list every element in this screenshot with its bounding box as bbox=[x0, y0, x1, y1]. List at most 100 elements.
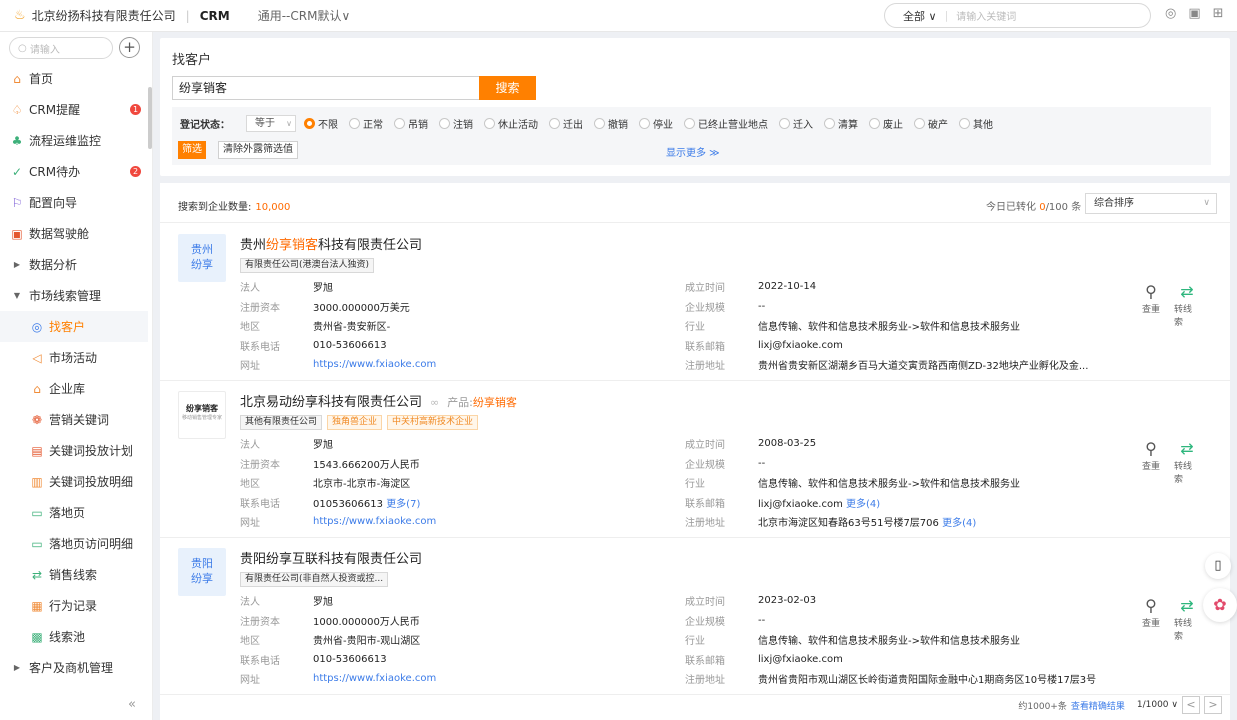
global-search-input[interactable]: 请输入关键词 bbox=[956, 8, 1016, 23]
status-option-label: 吊销 bbox=[408, 120, 428, 131]
page-select[interactable]: 1/1000 ∨ bbox=[1137, 700, 1178, 710]
field-label: 注册资本 bbox=[240, 459, 280, 471]
operator-select[interactable]: 等于 ∨ bbox=[246, 115, 296, 132]
landing-icon: ▭ bbox=[31, 505, 43, 520]
ai-assistant-icon[interactable]: ✿ bbox=[1203, 588, 1237, 622]
sidebar-nav: ⌂ 首页 ♤ CRM提醒 1 ♣ 流程运维监控 ✓ CRM待办 2 ⚐ 配置向导 ▣ 数据驾驶舱… bbox=[0, 63, 148, 683]
company-card[interactable]: 贵州 纷享 贵州纷享销客科技有限责任公司 有限责任公司(港澳台法人独资) 法人 罗旭… bbox=[160, 224, 1230, 381]
address-more-link[interactable]: 更多(4) bbox=[942, 518, 976, 529]
check-circle-icon[interactable]: ◎ bbox=[1165, 6, 1176, 21]
field-label: 行业 bbox=[685, 479, 705, 491]
sidebar-item-crm-reminder[interactable]: ♤ CRM提醒 1 bbox=[0, 94, 148, 125]
status-option[interactable]: 停业 bbox=[639, 116, 673, 131]
show-more-link[interactable]: 显示更多 ≫ bbox=[666, 144, 720, 159]
company-name-link[interactable]: 贵阳纷享互联科技有限责任公司 bbox=[240, 548, 422, 567]
phone: 010-53606613 bbox=[313, 653, 387, 665]
sidebar-item-customer-opportunity[interactable]: ▶ 客户及商机管理 bbox=[0, 652, 148, 683]
check-duplicate-button[interactable]: ⚲ 查重 bbox=[1138, 439, 1164, 485]
status-option[interactable]: 撤销 bbox=[594, 116, 628, 131]
status-option[interactable]: 已终止营业地点 bbox=[684, 116, 768, 131]
status-option[interactable]: 其他 bbox=[959, 116, 993, 131]
status-option[interactable]: 不限 bbox=[304, 116, 338, 131]
global-search[interactable]: 全部 ∨ | 请输入关键词 bbox=[884, 3, 1151, 28]
sort-select[interactable]: 综合排序 ∨ bbox=[1085, 193, 1217, 214]
workspace-selector[interactable]: 通用--CRM默认∨ bbox=[258, 7, 351, 24]
next-page-button[interactable]: > bbox=[1204, 696, 1222, 714]
company-tags: 有限责任公司(非自然人投资或控... bbox=[240, 572, 389, 587]
status-option[interactable]: 吊销 bbox=[394, 116, 428, 131]
status-option-label: 注销 bbox=[453, 120, 473, 131]
book-icon[interactable]: ▯ bbox=[1205, 553, 1231, 579]
calendar-icon[interactable]: ▣ bbox=[1188, 6, 1200, 21]
sidebar-item-config-wizard[interactable]: ⚐ 配置向导 bbox=[0, 187, 148, 218]
company-card[interactable]: 贵阳 纷享 贵阳纷享互联科技有限责任公司 有限责任公司(非自然人投资或控... 法… bbox=[160, 538, 1230, 695]
sidebar-item-label: CRM待办 bbox=[29, 165, 81, 179]
caret-right-icon: ▶ bbox=[13, 260, 21, 269]
status-option[interactable]: 废止 bbox=[869, 116, 903, 131]
status-option[interactable]: 注销 bbox=[439, 116, 473, 131]
field-label: 成立时间 bbox=[685, 597, 725, 609]
sidebar-item-crm-todo[interactable]: ✓ CRM待办 2 bbox=[0, 156, 148, 187]
filter-button[interactable]: 筛选 bbox=[178, 141, 206, 159]
product-name[interactable]: CRM bbox=[200, 9, 230, 23]
sidebar-search-input[interactable]: ○ 请输入 bbox=[9, 37, 113, 59]
sidebar-item-home[interactable]: ⌂ 首页 bbox=[0, 63, 148, 94]
check-duplicate-button[interactable]: ⚲ 查重 bbox=[1138, 596, 1164, 642]
sidebar-item-enterprise-library[interactable]: ⌂ 企业库 bbox=[0, 373, 148, 404]
website-link[interactable]: https://www.fxiaoke.com bbox=[313, 516, 436, 527]
sidebar-item-find-customer[interactable]: ◎ 找客户 bbox=[0, 311, 148, 342]
phone-more-link[interactable]: 更多(7) bbox=[386, 499, 420, 510]
convert-lead-button[interactable]: ⇄ 转线索 bbox=[1174, 439, 1200, 485]
card-actions: ⚲ 查重 ⇄ 转线索 bbox=[1138, 596, 1200, 642]
company-card[interactable]: 纷享销客 移动销售管理专家 北京易动纷享科技有限责任公司 ∞ 产品:纷享销客 其他有限… bbox=[160, 381, 1230, 538]
email-more-link[interactable]: 更多(4) bbox=[846, 499, 880, 510]
sidebar-item-data-analysis[interactable]: ▶ 数据分析 bbox=[0, 249, 148, 280]
company-search-input[interactable]: 纷享销客 bbox=[172, 76, 480, 100]
sidebar-item-keyword-detail[interactable]: ▥ 关键词投放明细 bbox=[0, 466, 148, 497]
company-name-link[interactable]: 北京易动纷享科技有限责任公司 ∞ 产品:纷享销客 bbox=[240, 391, 517, 410]
status-option[interactable]: 破产 bbox=[914, 116, 948, 131]
sidebar-item-marketing-keywords[interactable]: ❁ 营销关键词 bbox=[0, 404, 148, 435]
email: lixj@fxiaoke.com bbox=[758, 339, 843, 351]
chevron-down-icon: ∨ bbox=[1203, 198, 1210, 208]
clear-filter-button[interactable]: 清除外露筛选值 bbox=[218, 141, 298, 159]
status-option[interactable]: 休止活动 bbox=[484, 116, 538, 131]
check-duplicate-button[interactable]: ⚲ 查重 bbox=[1138, 282, 1164, 328]
sidebar-scrollbar[interactable] bbox=[148, 87, 152, 149]
company-name-link[interactable]: 贵州纷享销客科技有限责任公司 bbox=[240, 234, 422, 253]
status-option[interactable]: 清算 bbox=[824, 116, 858, 131]
chevron-down-icon: ∨ bbox=[341, 9, 351, 23]
sidebar-item-market-leads[interactable]: ▼ 市场线索管理 bbox=[0, 280, 148, 311]
search-scope-dropdown[interactable]: 全部 ∨ bbox=[903, 8, 937, 24]
field-label: 联系电话 bbox=[240, 655, 280, 667]
add-button[interactable]: + bbox=[119, 37, 140, 58]
sidebar-item-data-cockpit[interactable]: ▣ 数据驾驶舱 bbox=[0, 218, 148, 249]
sidebar-item-lead-pool[interactable]: ▩ 线索池 bbox=[0, 621, 148, 652]
topbar-separator: | bbox=[185, 8, 190, 23]
convert-lead-button[interactable]: ⇄ 转线索 bbox=[1174, 282, 1200, 328]
founded-date: 2008-03-25 bbox=[758, 438, 817, 450]
convert-lead-button[interactable]: ⇄ 转线索 bbox=[1174, 596, 1200, 642]
website-link[interactable]: https://www.fxiaoke.com bbox=[313, 673, 436, 684]
radio-icon bbox=[869, 118, 880, 129]
sidebar-item-sales-leads[interactable]: ⇄ 销售线索 bbox=[0, 559, 148, 590]
search-button[interactable]: 搜索 bbox=[479, 76, 536, 100]
status-option[interactable]: 迁入 bbox=[779, 116, 813, 131]
sidebar-item-keyword-plan[interactable]: ▤ 关键词投放计划 bbox=[0, 435, 148, 466]
precise-result-link[interactable]: 查看精确结果 bbox=[1071, 699, 1125, 712]
status-option[interactable]: 正常 bbox=[349, 116, 383, 131]
link-icon[interactable]: ∞ bbox=[430, 396, 439, 409]
sidebar-item-landing-page[interactable]: ▭ 落地页 bbox=[0, 497, 148, 528]
sidebar-item-landing-visits[interactable]: ▭ 落地页访问明细 bbox=[0, 528, 148, 559]
company-name[interactable]: 北京纷扬科技有限责任公司 bbox=[32, 7, 176, 24]
status-option[interactable]: 迁出 bbox=[549, 116, 583, 131]
region: 北京市-北京市-海淀区 bbox=[313, 479, 411, 491]
sidebar-item-marketing-activity[interactable]: ◁ 市场活动 bbox=[0, 342, 148, 373]
status-filter-box: 登记状态： 等于 ∨ 不限 正常 吊销 注销 休止活动 迁出 撤销 停业 已终止营… bbox=[172, 107, 1211, 165]
prev-page-button[interactable]: < bbox=[1182, 696, 1200, 714]
filter-panel: 找客户 纷享销客 搜索 登记状态： 等于 ∨ 不限 正常 吊销 注销 休止活动 迁… bbox=[160, 38, 1230, 176]
website-link[interactable]: https://www.fxiaoke.com bbox=[313, 359, 436, 370]
grid-icon[interactable]: ⊞ bbox=[1213, 6, 1224, 21]
sidebar-item-behavior-records[interactable]: ▦ 行为记录 bbox=[0, 590, 148, 621]
sidebar-item-process-monitor[interactable]: ♣ 流程运维监控 bbox=[0, 125, 148, 156]
